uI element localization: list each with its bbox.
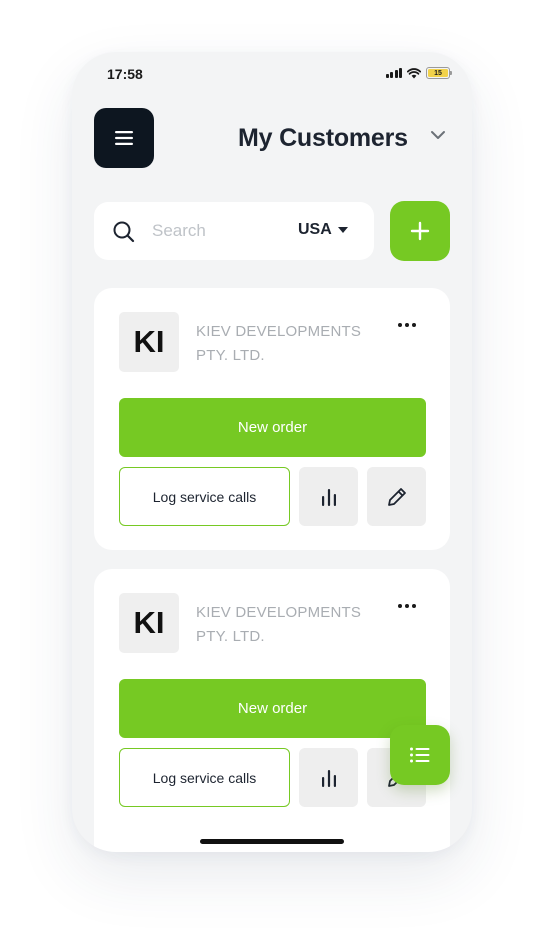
more-options-icon[interactable]	[398, 323, 416, 327]
stats-button[interactable]	[299, 748, 358, 807]
more-options-icon[interactable]	[398, 604, 416, 608]
log-service-calls-button[interactable]: Log service calls	[119, 748, 290, 807]
status-time: 17:58	[107, 66, 143, 82]
country-select[interactable]: USA	[298, 221, 348, 239]
log-service-calls-button[interactable]: Log service calls	[119, 467, 290, 526]
list-icon	[410, 747, 430, 763]
company-name: KIEV DEVELOPMENTS PTY. LTD.	[196, 320, 386, 368]
home-indicator	[200, 839, 344, 844]
customer-card: KI KIEV DEVELOPMENTS PTY. LTD. New order…	[94, 288, 450, 550]
customer-card: KI KIEV DEVELOPMENTS PTY. LTD. New order…	[94, 569, 450, 852]
status-bar: 17:58 15	[72, 52, 472, 94]
bar-chart-icon	[321, 769, 336, 787]
country-label: USA	[298, 221, 332, 238]
new-order-button[interactable]: New order	[119, 398, 426, 457]
add-customer-button[interactable]	[390, 201, 450, 261]
hamburger-icon	[115, 131, 133, 145]
company-name: KIEV DEVELOPMENTS PTY. LTD.	[196, 601, 386, 649]
menu-button[interactable]	[94, 108, 154, 168]
company-name-line1: KIEV DEVELOPMENTS	[196, 604, 362, 621]
chevron-down-icon[interactable]	[430, 130, 446, 140]
stats-button[interactable]	[299, 467, 358, 526]
search-box: USA	[94, 202, 374, 260]
page-title[interactable]: My Customers	[238, 124, 408, 153]
battery-icon: 15	[426, 67, 452, 79]
search-icon	[113, 221, 135, 243]
page: 17:58 15 My Customers Search USA KI KIEV…	[0, 0, 544, 944]
company-name-line2: PTY. LTD.	[196, 347, 265, 364]
battery-level: 15	[428, 69, 448, 77]
edit-button[interactable]	[367, 467, 426, 526]
signal-icon	[385, 68, 402, 78]
company-name-line1: KIEV DEVELOPMENTS	[196, 323, 362, 340]
avatar: KI	[119, 593, 179, 653]
phone-frame: 17:58 15 My Customers Search USA KI KIEV…	[72, 52, 472, 852]
pencil-icon	[387, 487, 406, 506]
status-icons: 15	[385, 67, 452, 79]
caret-down-icon	[337, 227, 348, 233]
company-name-line2: PTY. LTD.	[196, 628, 265, 645]
avatar: KI	[119, 312, 179, 372]
bar-chart-icon	[321, 488, 336, 506]
wifi-icon	[407, 67, 421, 78]
search-input[interactable]	[152, 218, 282, 244]
list-fab-button[interactable]	[390, 725, 450, 785]
new-order-button[interactable]: New order	[119, 679, 426, 738]
plus-icon	[410, 221, 430, 241]
